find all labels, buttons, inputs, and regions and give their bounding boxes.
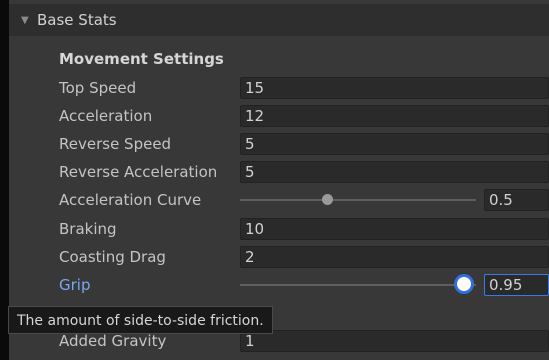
field-label: Top Speed xyxy=(59,79,137,97)
field-label: Acceleration Curve xyxy=(59,191,202,209)
grip-slider[interactable] xyxy=(240,277,476,291)
field-label: Grip xyxy=(59,276,91,294)
slider-thumb[interactable] xyxy=(457,277,472,291)
added-gravity-input[interactable]: 1 xyxy=(240,330,549,352)
section-header: Movement Settings xyxy=(59,50,224,68)
field-coasting-drag: Coasting Drag 2 xyxy=(9,243,549,271)
field-label: Acceleration xyxy=(59,107,153,125)
top-speed-input[interactable]: 15 xyxy=(240,77,549,99)
field-acceleration-curve: Acceleration Curve 0.5 xyxy=(9,186,549,214)
field-label: Reverse Acceleration xyxy=(59,163,218,181)
acceleration-curve-slider[interactable] xyxy=(240,194,476,205)
field-label: Coasting Drag xyxy=(59,248,166,266)
field-braking: Braking 10 xyxy=(9,215,549,243)
field-grip: Grip 0.95 xyxy=(9,271,549,299)
acceleration-input[interactable]: 12 xyxy=(240,105,549,127)
acceleration-curve-input[interactable]: 0.5 xyxy=(484,189,549,211)
field-top-speed: Top Speed 15 xyxy=(9,74,549,102)
coasting-drag-input[interactable]: 2 xyxy=(240,246,549,268)
field-reverse-speed: Reverse Speed 5 xyxy=(9,130,549,158)
slider-thumb[interactable] xyxy=(321,194,333,205)
base-stats-foldout[interactable]: ▼ Base Stats xyxy=(9,4,549,36)
field-label: Braking xyxy=(59,220,117,238)
field-acceleration: Acceleration 12 xyxy=(9,102,549,130)
field-reverse-acceleration: Reverse Acceleration 5 xyxy=(9,158,549,186)
tooltip: The amount of side-to-side friction. xyxy=(8,306,273,334)
chevron-down-icon[interactable]: ▼ xyxy=(21,15,31,26)
field-label: Reverse Speed xyxy=(59,135,172,153)
braking-input[interactable]: 10 xyxy=(240,218,549,240)
reverse-acceleration-input[interactable]: 5 xyxy=(240,161,549,183)
reverse-speed-input[interactable]: 5 xyxy=(240,133,549,155)
foldout-title: Base Stats xyxy=(37,11,117,29)
grip-input[interactable]: 0.95 xyxy=(484,274,549,296)
